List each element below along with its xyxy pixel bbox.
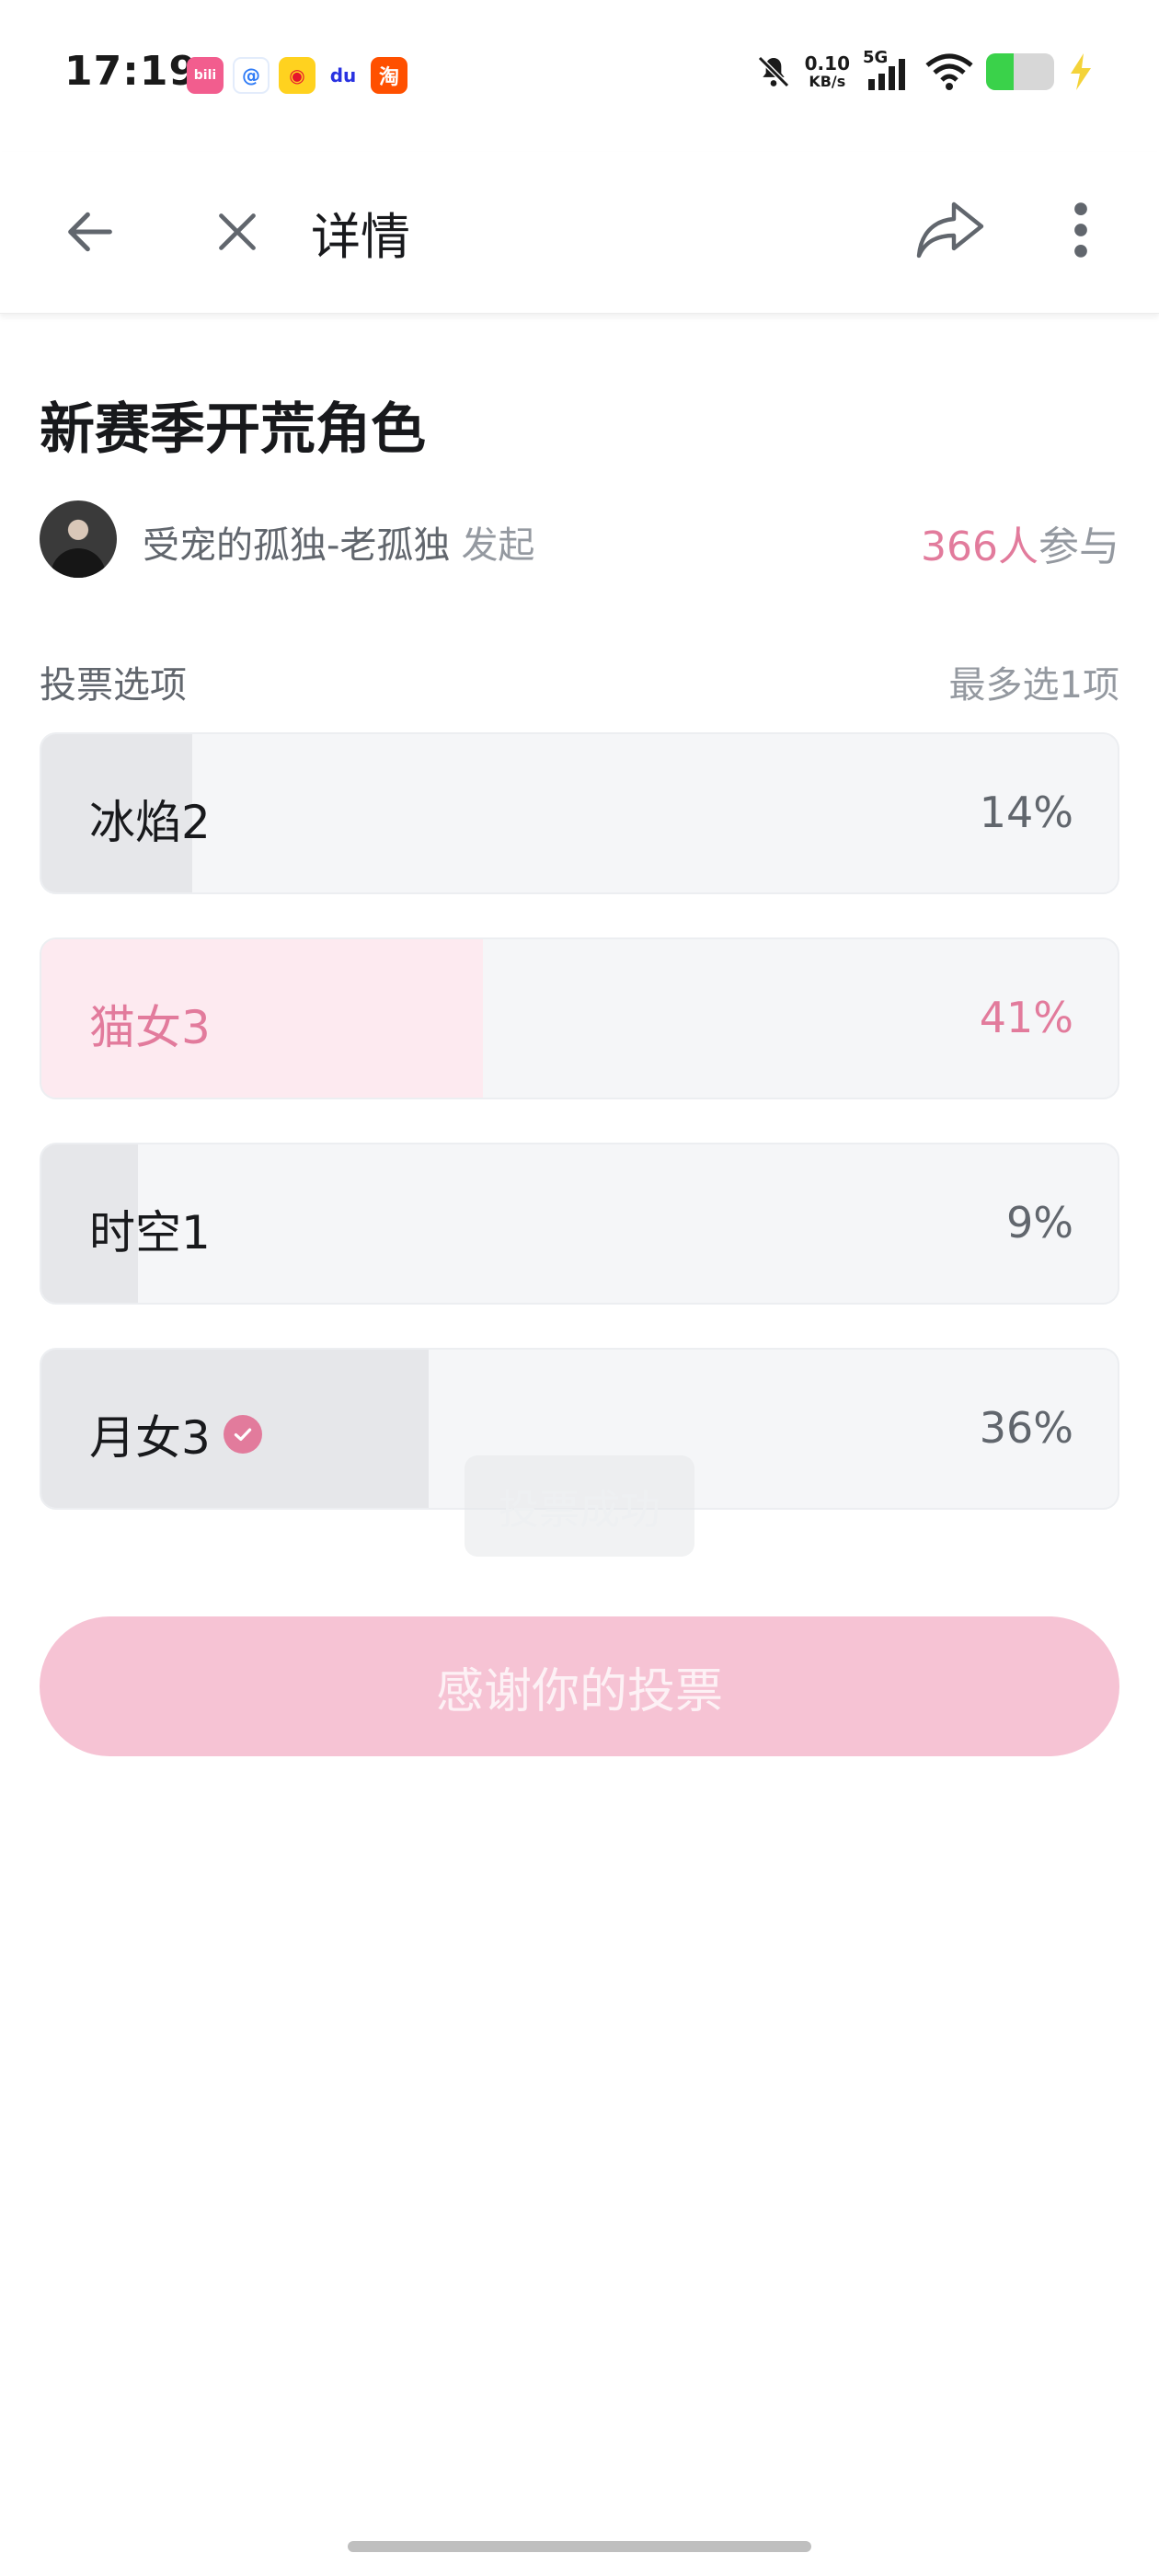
option-label: 时空1: [89, 1206, 211, 1259]
author-suffix: 发起: [461, 524, 535, 567]
network-speed-unit: KB/s: [809, 73, 846, 90]
vote-success-toast: 投票成功: [465, 1455, 694, 1557]
option-label: 猫女3: [89, 1001, 211, 1054]
avatar[interactable]: [40, 500, 117, 578]
option-percent: 9%: [1006, 1198, 1073, 1248]
more-vertical-icon: [1074, 202, 1087, 258]
vote-submit-button[interactable]: 感谢你的投票: [40, 1616, 1119, 1756]
wifi-icon: [925, 53, 973, 90]
taobao-icon: 淘: [371, 57, 407, 94]
participant-number: 366人: [921, 523, 1039, 570]
option-label-wrap: 冰焰2: [89, 786, 211, 852]
option-label-wrap: 猫女3: [89, 991, 211, 1057]
close-button[interactable]: [201, 195, 274, 269]
home-indicator[interactable]: [348, 2541, 811, 2552]
option-percent: 41%: [979, 993, 1073, 1042]
bilibili-icon: bili: [187, 57, 224, 94]
checkmark-icon: [223, 1415, 262, 1454]
option-label: 冰焰2: [89, 796, 211, 849]
participant-count: 366人参与: [921, 513, 1119, 572]
baidu-icon: du: [325, 57, 361, 94]
status-right-cluster: 0.10 KB/s 5G: [755, 48, 1095, 92]
option-percent: 14%: [979, 788, 1073, 837]
author-name[interactable]: 受宠的孤独-老孤独: [143, 524, 450, 567]
options-header: 投票选项 最多选1项: [40, 655, 1119, 708]
option-label-wrap: 月女3: [89, 1401, 262, 1467]
poll-option[interactable]: 时空1 9%: [40, 1143, 1119, 1305]
mute-bell-icon: [757, 55, 789, 88]
signal-bars-icon: [868, 59, 905, 90]
status-bar: 17:19 bili @ ◉ du 淘 0.10 KB/s 5G: [0, 0, 1159, 152]
selection-limit: 最多选1项: [948, 664, 1119, 707]
network-speed: 0.10 KB/s: [805, 53, 850, 90]
share-arrow-icon: [916, 201, 984, 259]
close-icon: [219, 213, 256, 250]
network-speed-value: 0.10: [804, 52, 850, 75]
qq-browser-icon: @: [233, 57, 270, 94]
poll-author-row: 受宠的孤独-老孤独 发起 366人参与: [40, 500, 1119, 578]
charging-bolt-icon: [1071, 53, 1091, 90]
options-label: 投票选项: [40, 664, 187, 707]
participant-suffix: 参与: [1039, 523, 1119, 570]
weibo-icon: ◉: [279, 57, 316, 94]
author-line: 受宠的孤独-老孤独 发起: [143, 515, 534, 569]
arrow-left-icon: [68, 212, 112, 252]
poll-detail-page: 17:19 bili @ ◉ du 淘 0.10 KB/s 5G 详情 新赛季开…: [0, 0, 1159, 2576]
battery-icon: [986, 53, 1054, 90]
poll-option[interactable]: 冰焰2 14%: [40, 732, 1119, 894]
poll-option[interactable]: 猫女3 41%: [40, 937, 1119, 1099]
option-label-wrap: 时空1: [89, 1196, 211, 1262]
back-button[interactable]: [53, 195, 127, 269]
status-time: 17:19: [64, 48, 199, 95]
option-label: 月女3: [89, 1411, 211, 1465]
more-options-button[interactable]: [1049, 189, 1113, 271]
poll-title: 新赛季开荒角色: [40, 397, 426, 462]
page-title: 详情: [311, 208, 410, 266]
share-button[interactable]: [909, 189, 992, 271]
top-app-bar: 详情: [0, 152, 1159, 314]
option-percent: 36%: [979, 1403, 1073, 1453]
notification-app-icons: bili @ ◉ du 淘: [187, 57, 407, 94]
cell-signal: 5G: [863, 48, 912, 92]
